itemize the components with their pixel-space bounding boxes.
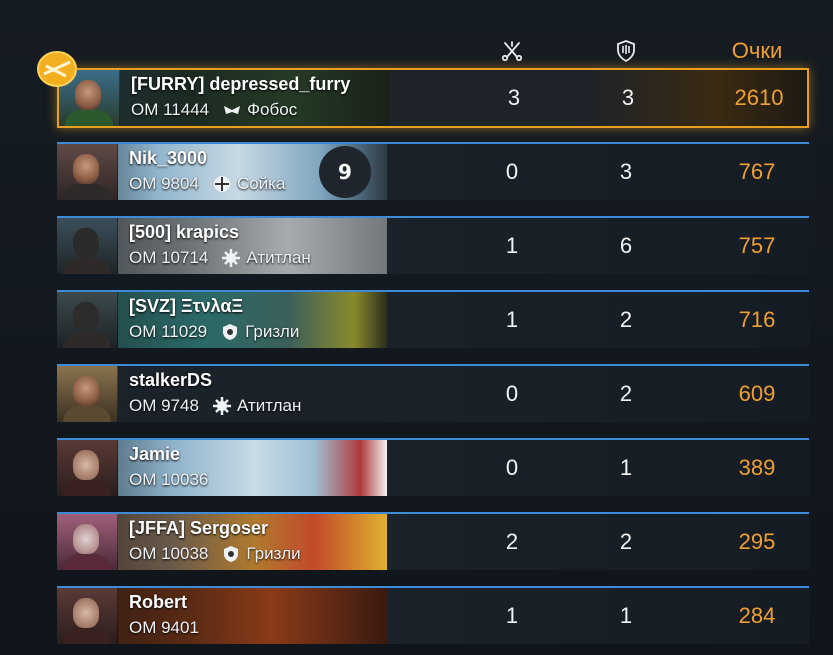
player-name: Nik_3000 — [129, 148, 208, 168]
mask-icon — [223, 101, 241, 119]
avatar — [57, 292, 118, 348]
deaths-value: 3 — [619, 159, 633, 184]
rank-text: ОМ 9804 — [129, 174, 199, 193]
avatar — [57, 440, 118, 496]
deaths-value: 3 — [621, 85, 635, 110]
player-rank: ОМ 10714 Атитлан — [129, 248, 311, 268]
player-name: Robert — [129, 592, 187, 612]
player-row[interactable]: stalkerDS ОМ 9748 Атитлан 0 2 609 — [57, 364, 809, 422]
score-column-header: Очки — [731, 38, 783, 63]
player-name: Jamie — [129, 444, 181, 464]
player-rank: ОМ 9748 Атитлан — [129, 396, 301, 416]
rank-text: ОМ 9401 — [129, 618, 199, 637]
avatar — [57, 144, 118, 200]
deaths-value: 6 — [619, 233, 633, 258]
player-name: [FURRY] depressed_furry — [131, 74, 351, 94]
player-banner: stalkerDS ОМ 9748 Атитлан — [57, 366, 387, 422]
score-value: 2610 — [734, 85, 784, 110]
score-value: 284 — [738, 603, 776, 628]
player-rank: ОМ 11029 Гризли — [129, 322, 299, 342]
player-name: [SVZ] ΞτνλαΞ — [129, 296, 244, 316]
player-banner: Nik_3000 ОМ 9804 Сойка 9 — [57, 144, 387, 200]
clan-name: Сойка — [236, 174, 286, 193]
kills-value: 3 — [507, 85, 521, 110]
score-value: 757 — [738, 233, 776, 258]
kills-value: 1 — [505, 233, 519, 258]
clan-name: Атитлан — [246, 248, 311, 267]
rank-text: ОМ 10036 — [129, 470, 209, 489]
crossed-swords-icon — [501, 41, 523, 62]
avatar — [57, 514, 118, 570]
player-rank: ОМ 10036 — [129, 470, 208, 490]
player-row[interactable]: Jamie ОМ 10036 0 1 389 — [57, 438, 809, 496]
kills-value: 2 — [505, 529, 519, 554]
kills-value: 0 — [505, 455, 519, 480]
kills-value: 1 — [505, 307, 519, 332]
player-row[interactable]: [SVZ] ΞτνλαΞ ОМ 11029 Гризли 1 2 716 — [57, 290, 809, 348]
deaths-value: 1 — [619, 603, 633, 628]
player-row[interactable]: [JFFA] Sergoser ОМ 10038 Гризли 2 2 295 — [57, 512, 809, 570]
score-value: 389 — [738, 455, 776, 480]
deaths-value: 2 — [619, 307, 633, 332]
deaths-value: 2 — [619, 381, 633, 406]
rank-text: ОМ 11029 — [129, 322, 208, 341]
crosshair-icon — [213, 175, 231, 193]
kills-value: 0 — [505, 159, 519, 184]
avatar — [57, 588, 118, 644]
clan-name: Фобос — [247, 100, 298, 119]
player-name: [500] krapics — [129, 222, 240, 242]
gear-icon — [212, 397, 231, 415]
player-rank: ОМ 10038 Гризли — [129, 544, 301, 564]
clan-name: Атитлан — [236, 396, 302, 415]
player-banner: [FURRY] depressed_furry ОМ 11444 Фобос — [59, 70, 389, 126]
clan-name: Гризли — [245, 322, 300, 341]
level-badge: 9 — [319, 146, 371, 198]
bear-shield-icon — [221, 323, 239, 341]
player-row[interactable]: Robert ОМ 9401 1 1 284 — [57, 586, 809, 644]
score-value: 716 — [738, 307, 776, 332]
player-name: stalkerDS — [129, 370, 213, 390]
gear-icon — [222, 249, 241, 267]
player-banner: [SVZ] ΞτνλαΞ ОМ 11029 Гризли — [57, 292, 387, 348]
player-banner: Robert ОМ 9401 — [57, 588, 387, 644]
avatar — [57, 218, 118, 274]
score-value: 609 — [738, 381, 776, 406]
kills-value: 1 — [505, 603, 519, 628]
deaths-column-header — [604, 34, 648, 68]
rank-text: ОМ 9748 — [129, 396, 199, 415]
deaths-value: 2 — [619, 529, 633, 554]
player-rank: ОМ 9401 — [129, 618, 199, 638]
clan-name: Гризли — [246, 544, 301, 563]
player-row[interactable]: Nik_3000 ОМ 9804 Сойка 9 0 3 767 — [57, 142, 809, 200]
deaths-value: 1 — [619, 455, 633, 480]
player-row[interactable]: [FURRY] depressed_furry ОМ 11444 Фобос 3… — [57, 68, 809, 128]
kills-column-header — [490, 34, 534, 68]
kills-value: 0 — [505, 381, 519, 406]
bear-shield-icon — [222, 545, 240, 563]
player-banner: [500] krapics ОМ 10714 Атитлан — [57, 218, 387, 274]
player-name: [JFFA] Sergoser — [129, 518, 269, 538]
player-rank: ОМ 11444 Фобос — [131, 100, 297, 120]
shield-icon — [617, 40, 635, 63]
rank-text: ОМ 11444 — [131, 100, 210, 119]
top-rank-badge-icon — [36, 50, 78, 88]
rank-text: ОМ 10038 — [129, 544, 209, 563]
rank-text: ОМ 10714 — [129, 248, 209, 267]
score-value: 295 — [738, 529, 776, 554]
player-rank: ОМ 9804 Сойка — [129, 174, 285, 194]
player-row[interactable]: [500] krapics ОМ 10714 Атитлан 1 6 757 — [57, 216, 809, 274]
player-banner: Jamie ОМ 10036 — [57, 440, 387, 496]
player-banner: [JFFA] Sergoser ОМ 10038 Гризли — [57, 514, 387, 570]
avatar — [57, 366, 118, 422]
score-value: 767 — [738, 159, 776, 184]
